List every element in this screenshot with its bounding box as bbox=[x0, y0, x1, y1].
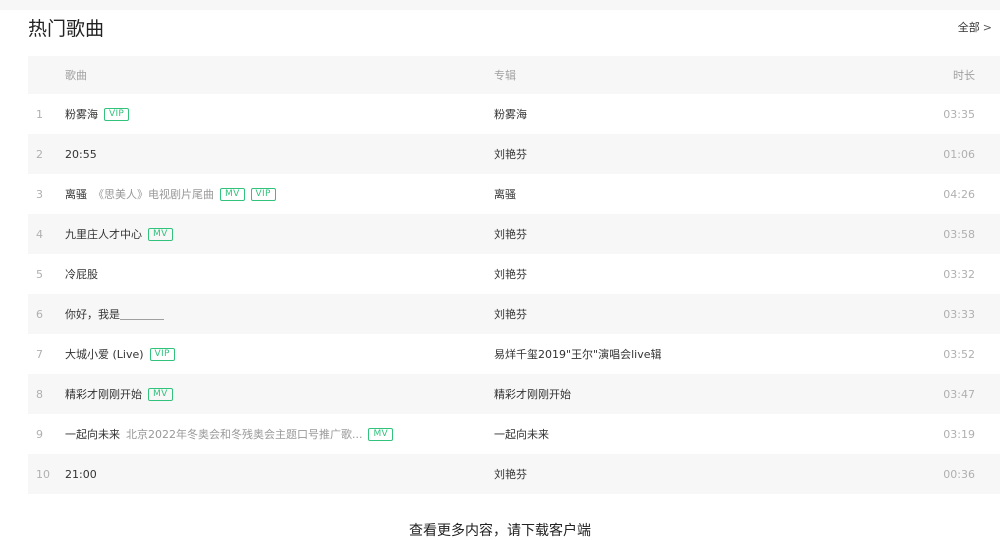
song-title-link[interactable]: 一起向未来 bbox=[65, 426, 120, 442]
row-index: 6 bbox=[36, 307, 43, 321]
album-link[interactable]: 精彩才刚刚开始 bbox=[494, 386, 571, 402]
mv-badge[interactable]: MV bbox=[220, 187, 245, 201]
column-header-song: 歌曲 bbox=[65, 69, 87, 82]
song-title-link[interactable]: 21:00 bbox=[65, 468, 97, 481]
duration-text: 04:26 bbox=[943, 187, 975, 201]
mv-badge[interactable]: MV bbox=[148, 387, 173, 401]
album-link[interactable]: 刘艳芬 bbox=[494, 466, 527, 482]
view-all-label: 全部 bbox=[957, 21, 980, 34]
song-title-link[interactable]: 九里庄人才中心 bbox=[65, 226, 142, 242]
table-body: 1 粉雾海 VIP 粉雾海 03:35 2 20:55 刘艳芬 01:06 3 离骚 《思美人》电视剧… bbox=[28, 94, 1000, 494]
song-title-link[interactable]: 离骚 bbox=[65, 186, 87, 202]
vip-badge: VIP bbox=[104, 107, 130, 121]
duration-text: 01:06 bbox=[943, 147, 975, 161]
duration-text: 03:58 bbox=[943, 227, 975, 241]
row-index: 10 bbox=[36, 467, 50, 481]
song-cell: 你好，我是＿＿＿＿ bbox=[65, 306, 164, 322]
table-row[interactable]: 5 冷屁股 刘艳芬 03:32 bbox=[28, 254, 1000, 294]
row-index: 2 bbox=[36, 147, 43, 161]
duration-text: 03:47 bbox=[943, 387, 975, 401]
download-client-prompt[interactable]: 查看更多内容，请下载客户端 bbox=[0, 520, 1000, 540]
table-row[interactable]: 1 粉雾海 VIP 粉雾海 03:35 bbox=[28, 94, 1000, 134]
duration-text: 03:19 bbox=[943, 427, 975, 441]
song-subtitle: 北京2022年冬奥会和冬残奥会主题口号推广歌... bbox=[126, 428, 363, 441]
song-cell: 21:00 bbox=[65, 468, 97, 481]
album-link[interactable]: 离骚 bbox=[494, 186, 516, 202]
table-row[interactable]: 10 21:00 刘艳芬 00:36 bbox=[28, 454, 1000, 494]
row-index: 7 bbox=[36, 347, 43, 361]
song-cell: 冷屁股 bbox=[65, 266, 98, 282]
song-title-link[interactable]: 冷屁股 bbox=[65, 266, 98, 282]
view-all-link[interactable]: 全部 > bbox=[958, 19, 992, 35]
song-cell: 精彩才刚刚开始 MV bbox=[65, 386, 173, 402]
album-link[interactable]: 易烊千玺2019"王尔"演唱会live辑 bbox=[494, 346, 662, 362]
section-title: 热门歌曲 bbox=[28, 18, 105, 40]
song-title-link[interactable]: 20:55 bbox=[65, 148, 97, 161]
song-cell: 九里庄人才中心 MV bbox=[65, 226, 173, 242]
table-row[interactable]: 8 精彩才刚刚开始 MV 精彩才刚刚开始 03:47 bbox=[28, 374, 1000, 414]
row-index: 9 bbox=[36, 427, 43, 441]
column-header-duration: 时长 bbox=[953, 69, 975, 82]
duration-text: 03:35 bbox=[943, 107, 975, 121]
song-subtitle: 《思美人》电视剧片尾曲 bbox=[93, 188, 214, 201]
top-strip bbox=[0, 0, 1000, 10]
section-header: 热门歌曲 全部 > bbox=[0, 10, 1000, 40]
table-row[interactable]: 9 一起向未来 北京2022年冬奥会和冬残奥会主题口号推广歌... MV 一起向未来 03… bbox=[28, 414, 1000, 454]
duration-text: 03:52 bbox=[943, 347, 975, 361]
album-link[interactable]: 刘艳芬 bbox=[494, 226, 527, 242]
column-header-album: 专辑 bbox=[494, 69, 516, 82]
song-table: 歌曲 专辑 时长 1 粉雾海 VIP 粉雾海 03:35 2 20:55 刘艳芬 01:06 3 离… bbox=[28, 56, 1000, 494]
song-cell: 粉雾海 VIP bbox=[65, 106, 130, 122]
vip-badge: VIP bbox=[250, 187, 276, 201]
album-link[interactable]: 粉雾海 bbox=[494, 106, 527, 122]
song-title-link[interactable]: 你好，我是＿＿＿＿ bbox=[65, 306, 164, 322]
song-cell: 20:55 bbox=[65, 148, 97, 161]
row-index: 5 bbox=[36, 267, 43, 281]
duration-text: 03:32 bbox=[943, 267, 975, 281]
vip-badge: VIP bbox=[149, 347, 175, 361]
album-link[interactable]: 刘艳芬 bbox=[494, 146, 527, 162]
table-row[interactable]: 7 大城小爱 (Live) VIP 易烊千玺2019"王尔"演唱会live辑 03:52 bbox=[28, 334, 1000, 374]
mv-badge[interactable]: MV bbox=[368, 427, 394, 441]
album-link[interactable]: 刘艳芬 bbox=[494, 306, 527, 322]
song-cell: 大城小爱 (Live) VIP bbox=[65, 346, 175, 362]
table-row[interactable]: 2 20:55 刘艳芬 01:06 bbox=[28, 134, 1000, 174]
song-cell: 一起向未来 北京2022年冬奥会和冬残奥会主题口号推广歌... MV bbox=[65, 426, 394, 442]
duration-text: 03:33 bbox=[943, 307, 975, 321]
table-row[interactable]: 4 九里庄人才中心 MV 刘艳芬 03:58 bbox=[28, 214, 1000, 254]
mv-badge[interactable]: MV bbox=[148, 227, 173, 241]
row-index: 8 bbox=[36, 387, 43, 401]
song-title-link[interactable]: 大城小爱 (Live) bbox=[65, 346, 144, 362]
table-header: 歌曲 专辑 时长 bbox=[28, 56, 1000, 94]
duration-text: 00:36 bbox=[943, 467, 975, 481]
row-index: 3 bbox=[36, 187, 43, 201]
table-row[interactable]: 6 你好，我是＿＿＿＿ 刘艳芬 03:33 bbox=[28, 294, 1000, 334]
album-link[interactable]: 一起向未来 bbox=[494, 426, 549, 442]
album-link[interactable]: 刘艳芬 bbox=[494, 266, 527, 282]
row-index: 4 bbox=[36, 227, 43, 241]
row-index: 1 bbox=[36, 107, 43, 121]
song-cell: 离骚 《思美人》电视剧片尾曲 MV VIP bbox=[65, 186, 276, 202]
song-title-link[interactable]: 精彩才刚刚开始 bbox=[65, 386, 142, 402]
chevron-right-icon: > bbox=[982, 20, 992, 34]
table-row[interactable]: 3 离骚 《思美人》电视剧片尾曲 MV VIP 离骚 04:26 bbox=[28, 174, 1000, 214]
song-title-link[interactable]: 粉雾海 bbox=[65, 106, 98, 122]
